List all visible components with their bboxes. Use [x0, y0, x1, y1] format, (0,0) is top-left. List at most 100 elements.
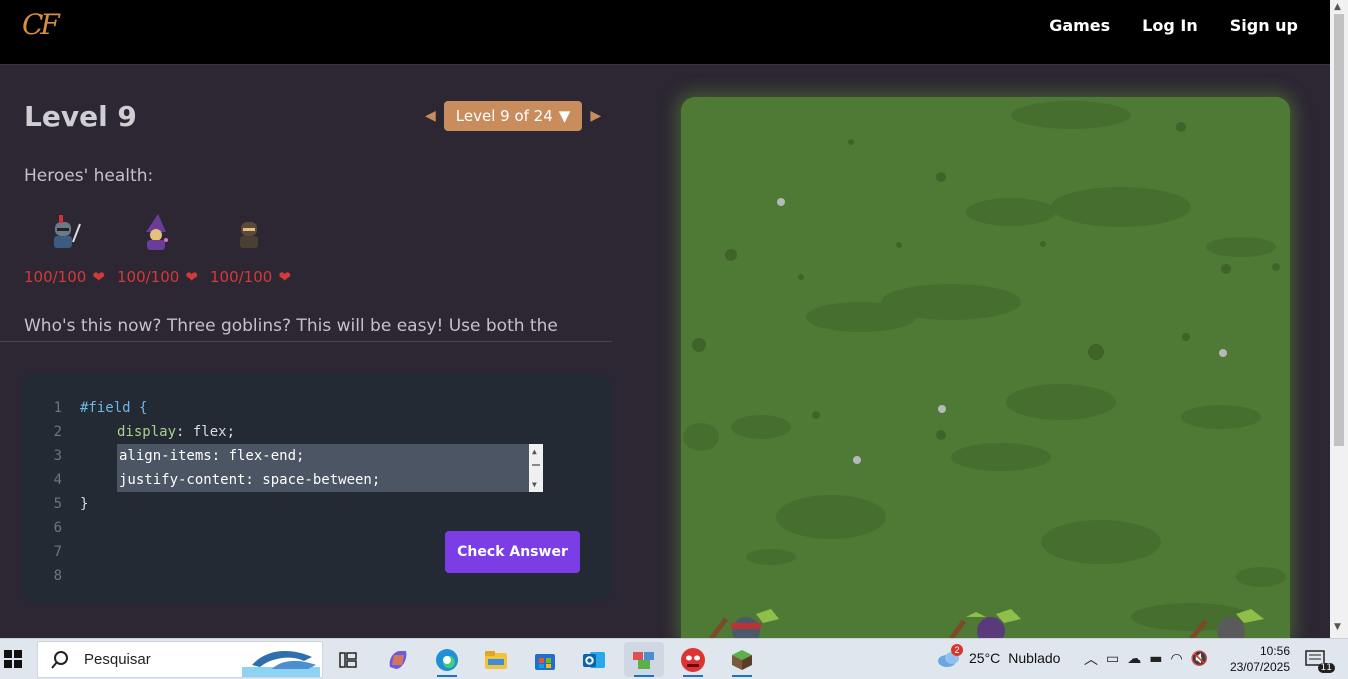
wifi-icon[interactable]: ◠ [1170, 651, 1182, 667]
check-answer-button[interactable]: Check Answer [445, 531, 580, 573]
prev-level-arrow-icon[interactable]: ◀ [425, 108, 436, 124]
code-line: 8 [22, 564, 62, 588]
code-selector: #field { [80, 400, 148, 416]
code-line: 5 } [22, 492, 89, 516]
search-placeholder: Pesquisar [84, 651, 151, 668]
code-line: 3 [22, 444, 62, 468]
line-number: 4 [53, 472, 62, 488]
system-tray: ︿ ▭ ☁ ▬ ◠ 🔇 [1084, 649, 1208, 669]
weather-badge: 2 [951, 644, 963, 656]
hero-knight: 100/100 ❤ [24, 214, 105, 286]
mage-health-value: 100/100 [117, 268, 180, 286]
goblin-right-icon [1189, 609, 1264, 638]
running-indicator [683, 675, 703, 677]
cloud-icon: 2 [937, 644, 963, 668]
goblin-left-icon [709, 609, 779, 638]
taskbar-search-box[interactable]: Pesquisar [37, 641, 323, 678]
level-selector-dropdown[interactable]: Level 9 of 24 ▼ [443, 101, 583, 131]
level-navigation: ◀ Level 9 of 24 ▼ ▶ [425, 101, 601, 131]
windows-start-icon[interactable] [3, 649, 23, 669]
textarea-scrollbar[interactable]: ▲ ▼ [529, 444, 543, 492]
outlook-icon[interactable] [574, 642, 614, 677]
running-indicator [437, 675, 457, 677]
nav-signup-link[interactable]: Sign up [1230, 16, 1298, 35]
level-title: Level 9 [24, 100, 137, 133]
heart-icon: ❤ [185, 268, 198, 286]
answer-line: justify-content: space-between; [119, 472, 381, 488]
scroll-down-icon[interactable]: ▼ [1334, 622, 1341, 632]
scroll-thumb[interactable] [532, 464, 540, 466]
page-scroll-thumb[interactable] [1334, 14, 1344, 446]
page-scrollbar[interactable]: ▲ ▼ [1330, 0, 1348, 638]
css-code-editor: 1 #field { 2 display: flex; 3 4 5 } 6 7 … [22, 374, 612, 602]
code-line: 6 [22, 516, 62, 540]
divider [0, 341, 612, 342]
code-display-rule: display: flex; [117, 424, 235, 440]
level-selector-label: Level 9 of 24 [455, 107, 553, 125]
system-clock[interactable]: 10:56 23/07/2025 [1228, 643, 1290, 675]
hero-mage: 100/100 ❤ [117, 214, 198, 286]
level-instructions: Who's this now? Three goblins? This will… [24, 316, 558, 336]
line-number: 7 [53, 544, 62, 560]
scroll-up-icon[interactable]: ▲ [1334, 2, 1341, 12]
hero-rogue: 100/100 ❤ [210, 214, 291, 286]
heart-icon: ❤ [278, 268, 291, 286]
mage-avatar-icon [145, 214, 168, 250]
nav-login-link[interactable]: Log In [1142, 16, 1198, 35]
edge-browser-icon[interactable] [427, 642, 467, 677]
meet-icon[interactable]: ▭ [1106, 651, 1119, 667]
weather-widget[interactable]: 2 25°C Nublado [937, 644, 1061, 668]
heroes-list: 100/100 ❤ 100/100 ❤ 100/100 ❤ [24, 214, 291, 286]
chevron-up-icon[interactable]: ︿ [1084, 649, 1098, 669]
code-line: 4 [22, 468, 62, 492]
clock-date: 23/07/2025 [1229, 660, 1290, 674]
flexbox-game-app-icon[interactable] [624, 642, 664, 677]
top-navbar: CF Games Log In Sign up [0, 0, 1330, 65]
red-mask-app-icon[interactable] [673, 642, 713, 677]
onedrive-offline-icon[interactable]: ☁ [1127, 651, 1141, 667]
scroll-up-icon[interactable]: ▲ [532, 447, 537, 456]
knight-health: 100/100 ❤ [24, 268, 105, 286]
line-number: 1 [53, 400, 62, 416]
site-logo[interactable]: CF [22, 8, 60, 41]
scroll-down-icon[interactable]: ▼ [532, 480, 537, 489]
code-closing-brace: } [80, 496, 89, 512]
line-number: 5 [53, 496, 62, 512]
rogue-avatar-icon [239, 222, 258, 248]
weather-description: Nublado [1008, 650, 1061, 666]
knight-avatar-icon [53, 215, 81, 248]
running-indicator [732, 675, 752, 677]
battery-icon[interactable]: ▬ [1149, 651, 1162, 667]
file-explorer-icon[interactable] [476, 642, 516, 677]
windows-taskbar: Pesquisar 2 25°C Nublado ︿ ▭ ☁ ▬ ◠ 🔇 10:… [0, 638, 1348, 679]
task-view-icon[interactable] [328, 642, 368, 677]
nav-games-link[interactable]: Games [1049, 16, 1110, 35]
answer-line: align-items: flex-end; [119, 448, 305, 464]
running-indicator [634, 675, 654, 677]
volume-muted-icon[interactable]: 🔇 [1191, 651, 1208, 667]
minecraft-icon[interactable] [722, 642, 762, 677]
css-answer-textarea[interactable]: align-items: flex-end; justify-content: … [117, 444, 543, 492]
code-line: 1 #field { [22, 396, 148, 420]
code-property: display [117, 424, 177, 440]
weather-temperature: 25°C [969, 650, 1001, 666]
code-line: 2 display: flex; [22, 420, 235, 444]
clock-time: 10:56 [1259, 644, 1290, 658]
goblin-middle-icon [948, 609, 1021, 638]
line-number: 8 [53, 568, 62, 584]
code-line: 7 [22, 540, 62, 564]
notification-center-icon[interactable]: 11 [1305, 649, 1335, 673]
microsoft-store-icon[interactable] [525, 642, 565, 677]
heart-icon: ❤ [92, 268, 105, 286]
search-icon [51, 650, 68, 669]
game-field [681, 97, 1290, 638]
mage-health: 100/100 ❤ [117, 268, 198, 286]
copilot-icon[interactable] [378, 642, 418, 677]
heroes-health-label: Heroes' health: [24, 166, 154, 186]
next-level-arrow-icon[interactable]: ▶ [590, 108, 601, 124]
line-number: 2 [53, 424, 62, 440]
dolphin-search-highlight-icon [242, 651, 320, 677]
nav-links: Games Log In Sign up [1049, 16, 1298, 35]
grass-texture [683, 101, 1286, 631]
line-number: 3 [53, 448, 62, 464]
